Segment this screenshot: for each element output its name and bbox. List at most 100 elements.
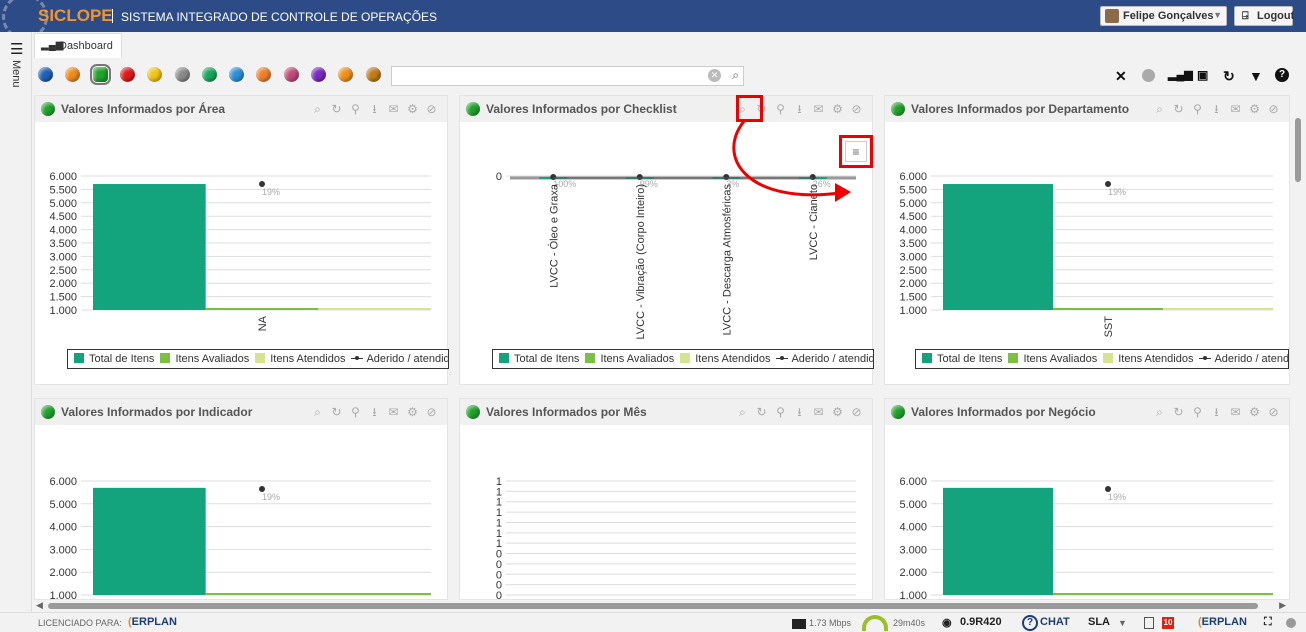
block-icon[interactable]: ⊘: [847, 405, 866, 419]
status-dot[interactable]: [119, 67, 135, 82]
logout-button[interactable]: ⍈ Logout: [1234, 6, 1294, 26]
horizontal-scrollbar[interactable]: ◀ ▶: [34, 600, 1288, 612]
tab-dashboard[interactable]: ▂▄▆ Dashboard: [34, 33, 122, 58]
menu-label[interactable]: Menu: [10, 60, 22, 88]
legend-item[interactable]: Itens Atendidos: [680, 353, 770, 365]
legend-item[interactable]: Itens Avaliados: [1008, 353, 1097, 365]
email-icon[interactable]: ✉: [384, 405, 403, 419]
fullscreen-icon[interactable]: ⛶: [1264, 616, 1272, 629]
refresh-icon[interactable]: ↻: [327, 405, 346, 419]
refresh-icon[interactable]: ↻: [752, 405, 771, 419]
block-icon[interactable]: ⊘: [1264, 102, 1283, 116]
block-icon[interactable]: ⊘: [422, 102, 441, 116]
block-icon[interactable]: ⊘: [847, 102, 866, 116]
scroll-thumb[interactable]: [1295, 118, 1301, 182]
status-dot[interactable]: [365, 67, 381, 82]
notification-badge[interactable]: 10: [1162, 617, 1174, 629]
gear-icon[interactable]: ⚙: [1245, 102, 1264, 116]
status-dot[interactable]: [38, 67, 53, 82]
search-icon[interactable]: ⌕: [1150, 405, 1169, 420]
bar[interactable]: [943, 487, 1053, 595]
legend-item[interactable]: Itens Atendidos: [255, 353, 345, 365]
bar[interactable]: [205, 308, 319, 310]
vertical-scrollbar[interactable]: [1292, 96, 1304, 600]
download-icon[interactable]: ⭳: [365, 100, 384, 121]
legend-item[interactable]: Total de Itens: [922, 353, 1002, 365]
gear-icon[interactable]: ⚙: [403, 102, 422, 116]
location-icon[interactable]: ⚲: [771, 102, 790, 116]
search-icon[interactable]: ⌕: [308, 405, 327, 420]
email-icon[interactable]: ✉: [1226, 102, 1245, 116]
gear-icon[interactable]: ⚙: [828, 405, 847, 419]
location-icon[interactable]: ⚲: [1188, 405, 1207, 419]
scroll-left-icon[interactable]: ◀: [36, 600, 43, 611]
chat-button[interactable]: CHAT: [1040, 616, 1070, 628]
help-icon[interactable]: ?: [1275, 68, 1289, 82]
bar[interactable]: [93, 184, 206, 310]
download-icon[interactable]: ⭳: [790, 403, 809, 424]
sla-dropdown[interactable]: SLA: [1088, 616, 1110, 628]
status-dot[interactable]: [283, 67, 299, 82]
bar[interactable]: [1163, 308, 1273, 310]
logo[interactable]: SICLOPE: [38, 6, 113, 26]
status-dot[interactable]: [338, 67, 354, 82]
download-icon[interactable]: ⭳: [1207, 100, 1226, 121]
bar[interactable]: [1053, 593, 1273, 595]
chat-icon[interactable]: ?: [1022, 615, 1038, 631]
monitor-icon[interactable]: ▣: [1197, 68, 1208, 82]
close-icon[interactable]: ✕: [1115, 68, 1127, 85]
search-icon[interactable]: ⌕: [1150, 102, 1169, 117]
location-icon[interactable]: ⚲: [771, 405, 790, 419]
refresh-icon[interactable]: ↻: [327, 102, 346, 116]
chevron-down-icon[interactable]: ▼: [1118, 618, 1127, 628]
status-dot[interactable]: [65, 67, 81, 82]
legend-item[interactable]: Itens Atendidos: [1103, 353, 1193, 365]
email-icon[interactable]: ✉: [809, 102, 828, 116]
block-icon[interactable]: ⊘: [422, 405, 441, 419]
gear-icon[interactable]: ⚙: [403, 405, 422, 419]
legend-item[interactable]: Aderido / atendido: [1199, 353, 1288, 365]
status-dot[interactable]: [256, 67, 272, 82]
refresh-icon[interactable]: ↻: [1223, 68, 1235, 85]
hamburger-icon[interactable]: ☰: [10, 40, 23, 58]
location-icon[interactable]: ⚲: [1188, 102, 1207, 116]
status-dot[interactable]: [229, 67, 245, 82]
block-icon[interactable]: ⊘: [1264, 405, 1283, 419]
email-icon[interactable]: ✉: [1226, 405, 1245, 419]
gear-icon[interactable]: ⚙: [1245, 405, 1264, 419]
legend-item[interactable]: Aderido / atendido: [776, 353, 873, 365]
clear-icon[interactable]: ✕: [708, 69, 721, 82]
status-dot[interactable]: [201, 67, 217, 82]
search-icon[interactable]: ⌕: [308, 102, 327, 117]
refresh-icon[interactable]: ↻: [1169, 102, 1188, 116]
scroll-thumb[interactable]: [48, 603, 1258, 609]
bar[interactable]: [205, 593, 431, 595]
filter-icon[interactable]: ▼: [1249, 68, 1263, 84]
search-icon[interactable]: ⌕: [733, 405, 752, 420]
user-menu-button[interactable]: Felipe Gonçalves ▼: [1100, 6, 1227, 26]
bar[interactable]: [943, 184, 1053, 310]
location-icon[interactable]: ⚲: [346, 405, 365, 419]
status-dot[interactable]: [311, 67, 326, 82]
legend-item[interactable]: Total de Itens: [499, 353, 579, 365]
location-icon[interactable]: ⚲: [346, 102, 365, 116]
bar[interactable]: [93, 487, 206, 595]
legend-item[interactable]: Itens Avaliados: [160, 353, 249, 365]
bar[interactable]: [1053, 308, 1163, 310]
email-icon[interactable]: ✉: [809, 405, 828, 419]
status-dot[interactable]: [147, 67, 163, 82]
search-input[interactable]: ✕ ⌕: [391, 66, 744, 86]
bar[interactable]: [318, 308, 431, 310]
legend-item[interactable]: Itens Avaliados: [585, 353, 674, 365]
gray-status-icon[interactable]: [1142, 69, 1155, 82]
signal-icon[interactable]: ▂▄▆: [1168, 68, 1193, 81]
gear-icon[interactable]: ⚙: [828, 102, 847, 116]
legend-item[interactable]: Aderido / atendido: [351, 353, 448, 365]
email-icon[interactable]: ✉: [384, 102, 403, 116]
scroll-right-icon[interactable]: ▶: [1279, 600, 1286, 611]
download-icon[interactable]: ⭳: [365, 403, 384, 424]
status-dot[interactable]: [174, 67, 190, 82]
download-icon[interactable]: ⭳: [1207, 403, 1226, 424]
document-icon[interactable]: [1144, 617, 1154, 629]
search-icon[interactable]: ⌕: [732, 68, 739, 83]
